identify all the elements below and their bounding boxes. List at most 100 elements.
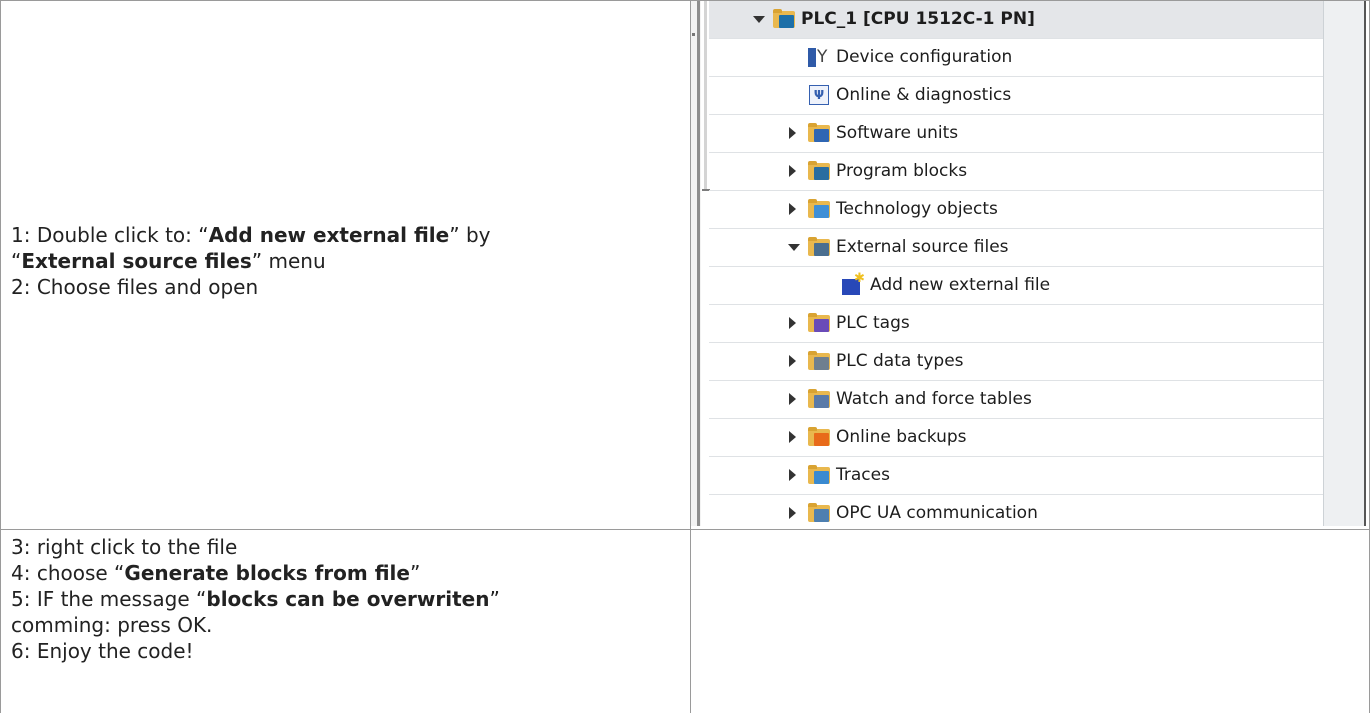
instruction-line: “External source files” menu xyxy=(11,248,490,274)
tree-item-label: Device configuration xyxy=(836,47,1013,67)
instruction-emphasis: Add new external file xyxy=(208,223,450,247)
tree-item-label: Technology objects xyxy=(836,199,998,219)
project-tree-screenshot: PLC_1 [CPU 1512C-1 PN] Y Device configurat… xyxy=(691,1,1366,526)
instruction-text: ” xyxy=(489,587,500,611)
device-configuration-icon: Y xyxy=(808,47,830,67)
plc-data-types-folder-icon xyxy=(808,351,830,371)
instruction-line: comming: press OK. xyxy=(11,612,500,638)
steps-3-6-text: 3: right click to the file 4: choose “Gen… xyxy=(11,534,500,664)
instruction-text: comming: press OK. xyxy=(11,613,213,637)
external-source-files-folder-icon xyxy=(808,237,830,257)
tree-item-online-backups[interactable]: Online backups xyxy=(709,419,1323,457)
online-backups-folder-icon xyxy=(808,427,830,447)
expand-arrow-icon[interactable] xyxy=(789,469,796,481)
tree-item-software-units[interactable]: Software units xyxy=(709,115,1323,153)
tree-item-plc-data-types[interactable]: PLC data types xyxy=(709,343,1323,381)
instruction-text: 6: Enjoy the code! xyxy=(11,639,194,663)
tree-item-watch-and-force-tables[interactable]: Watch and force tables xyxy=(709,381,1323,419)
folder-tab-shape xyxy=(808,313,817,317)
folder-badge-shape xyxy=(814,319,829,332)
tree-item-traces[interactable]: Traces xyxy=(709,457,1323,495)
tree-item-plc-tags[interactable]: PLC tags xyxy=(709,305,1323,343)
folder-badge-shape xyxy=(814,129,829,142)
tree-item-label: Program blocks xyxy=(836,161,968,181)
instruction-line: 5: IF the message “blocks can be overwri… xyxy=(11,586,500,612)
instruction-text: 2: Choose files and open xyxy=(11,275,259,299)
splitter-dot xyxy=(692,33,695,36)
tree-item-program-blocks[interactable]: Program blocks xyxy=(709,153,1323,191)
tree-item-opc-ua-communication[interactable]: OPC UA communication xyxy=(709,495,1323,526)
folder-badge-shape xyxy=(814,471,829,484)
expand-arrow-icon[interactable] xyxy=(789,431,796,443)
expand-arrow-icon[interactable] xyxy=(789,127,796,139)
right-edge xyxy=(1364,1,1366,526)
folder-badge-shape xyxy=(814,167,829,180)
folder-badge-shape xyxy=(814,433,829,446)
add-new-external-file-icon: ✱ xyxy=(842,271,865,295)
tree-item-label: Add new external file xyxy=(870,275,1051,295)
plc-tags-folder-icon xyxy=(808,313,830,333)
left-splitter[interactable] xyxy=(691,1,710,526)
tree-item-label: PLC data types xyxy=(836,351,964,371)
tree-item-label: Traces xyxy=(836,465,890,485)
expand-arrow-icon[interactable] xyxy=(789,393,796,405)
tree-item-label: Watch and force tables xyxy=(836,389,1032,409)
program-blocks-folder-icon xyxy=(808,161,830,181)
folder-badge-shape xyxy=(814,357,829,370)
instruction-text: 4: choose “ xyxy=(11,561,125,585)
diagnostics-glyph: Ψ xyxy=(809,85,829,105)
tree-item-plc-1-cpu-1512c-1-pn[interactable]: PLC_1 [CPU 1512C-1 PN] xyxy=(709,1,1323,39)
folder-tab-shape xyxy=(773,9,782,13)
instruction-text: 1: Double click to: “ xyxy=(11,223,209,247)
tree-item-label: Online & diagnostics xyxy=(836,85,1012,105)
instruction-line: 4: choose “Generate blocks from file” xyxy=(11,560,500,586)
folder-tab-shape xyxy=(808,465,817,469)
instruction-text: 5: IF the message “ xyxy=(11,587,207,611)
opc-ua-communication-folder-icon xyxy=(808,503,830,523)
folder-tab-shape xyxy=(808,123,817,127)
instruction-line: 2: Choose files and open xyxy=(11,274,490,300)
right-column xyxy=(1323,1,1366,526)
tree-gutter xyxy=(704,1,707,189)
instruction-emphasis: External source files xyxy=(21,249,252,273)
watch-force-tables-folder-icon xyxy=(808,389,830,409)
folder-tab-shape xyxy=(808,237,817,241)
expand-arrow-icon[interactable] xyxy=(789,355,796,367)
folder-badge-shape xyxy=(814,509,829,522)
expand-arrow-icon[interactable] xyxy=(789,507,796,519)
folder-badge-shape xyxy=(814,395,829,408)
instruction-emphasis: blocks can be overwriten xyxy=(206,587,490,611)
instructions-cell-steps-1-2: 1: Double click to: “Add new external fi… xyxy=(0,0,690,529)
collapse-arrow-icon[interactable] xyxy=(753,16,765,23)
expand-arrow-icon[interactable] xyxy=(789,203,796,215)
plc-cpu-icon xyxy=(773,9,795,29)
instruction-line: 1: Double click to: “Add new external fi… xyxy=(11,222,490,248)
tree-item-label: External source files xyxy=(836,237,1009,257)
steps-1-2-text: 1: Double click to: “Add new external fi… xyxy=(11,222,490,300)
instruction-text: ” menu xyxy=(251,249,326,273)
tree-item-label: OPC UA communication xyxy=(836,503,1038,523)
instruction-line: 6: Enjoy the code! xyxy=(11,638,500,664)
folder-tab-shape xyxy=(808,199,817,203)
folder-tab-shape xyxy=(808,427,817,431)
folder-tab-shape xyxy=(808,351,817,355)
new-star-icon: ✱ xyxy=(854,271,865,286)
expand-arrow-icon[interactable] xyxy=(789,165,796,177)
tree-item-technology-objects[interactable]: Technology objects xyxy=(709,191,1323,229)
collapse-arrow-icon[interactable] xyxy=(788,244,800,251)
expand-arrow-icon[interactable] xyxy=(789,317,796,329)
tree-item-external-source-files[interactable]: External source files xyxy=(709,229,1323,267)
instruction-text: 3: right click to the file xyxy=(11,535,238,559)
instruction-text: ” by xyxy=(449,223,491,247)
instruction-emphasis: Generate blocks from file xyxy=(124,561,410,585)
tree-item-add-new-external-file[interactable]: ✱ Add new external file xyxy=(709,267,1323,305)
online-diagnostics-icon: Ψ xyxy=(808,85,830,105)
technology-objects-folder-icon xyxy=(808,199,830,219)
folder-tab-shape xyxy=(808,389,817,393)
tree-item-device-configuration[interactable]: Y Device configuration xyxy=(709,39,1323,77)
splitter-strip xyxy=(697,1,700,526)
folder-badge-shape xyxy=(814,243,829,256)
module-shape xyxy=(808,48,816,67)
instruction-text: ” xyxy=(409,561,421,585)
tree-item-online-diagnostics[interactable]: Ψ Online & diagnostics xyxy=(709,77,1323,115)
